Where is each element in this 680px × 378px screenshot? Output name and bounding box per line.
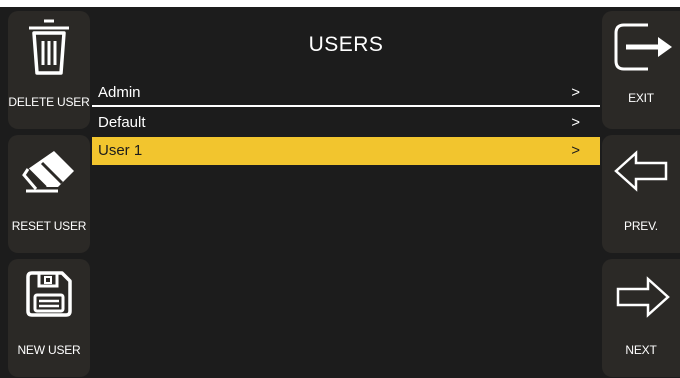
user-name: Admin [98,84,141,101]
next-button[interactable]: NEXT [602,259,680,377]
chevron-right-icon: > [571,84,580,101]
eraser-icon [22,151,74,193]
arrow-left-icon [614,150,668,192]
arrow-right-icon [616,276,670,318]
user-name: User 1 [98,142,143,159]
reset-user-label: RESET USER [11,219,87,233]
list-item-admin[interactable]: Admin > [92,79,600,107]
trash-icon [29,19,69,75]
floppy-disk-icon [26,271,72,317]
user-list-panel: USERS Admin > Default > User 1 > [92,7,600,378]
screen: DELETE USER RESET USER NEW USER USERS Ad… [0,7,680,378]
user-name: Default [98,114,146,131]
prev-label: PREV. [624,219,658,233]
list-divider [92,105,600,107]
new-user-label: NEW USER [17,343,81,357]
reset-user-button[interactable]: RESET USER [8,135,90,253]
exit-label: EXIT [628,91,654,105]
exit-icon [614,23,672,71]
delete-user-button[interactable]: DELETE USER [8,11,90,129]
chevron-right-icon: > [571,142,580,159]
list-item-user-1[interactable]: User 1 > [92,137,600,165]
page-title: USERS [308,33,384,56]
chevron-right-icon: > [571,114,580,131]
prev-button[interactable]: PREV. [602,135,680,253]
new-user-button[interactable]: NEW USER [8,259,90,377]
delete-user-label: DELETE USER [8,95,90,109]
list-item-default[interactable]: Default > [92,109,600,137]
next-label: NEXT [625,343,657,357]
exit-button[interactable]: EXIT [602,11,680,129]
